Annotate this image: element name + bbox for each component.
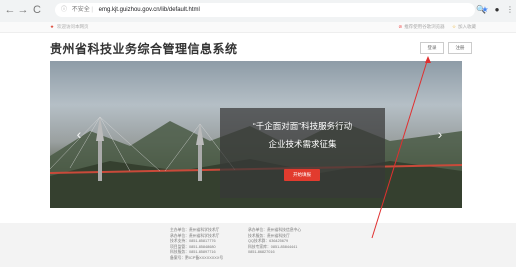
annotation-arrow [371,56,431,239]
